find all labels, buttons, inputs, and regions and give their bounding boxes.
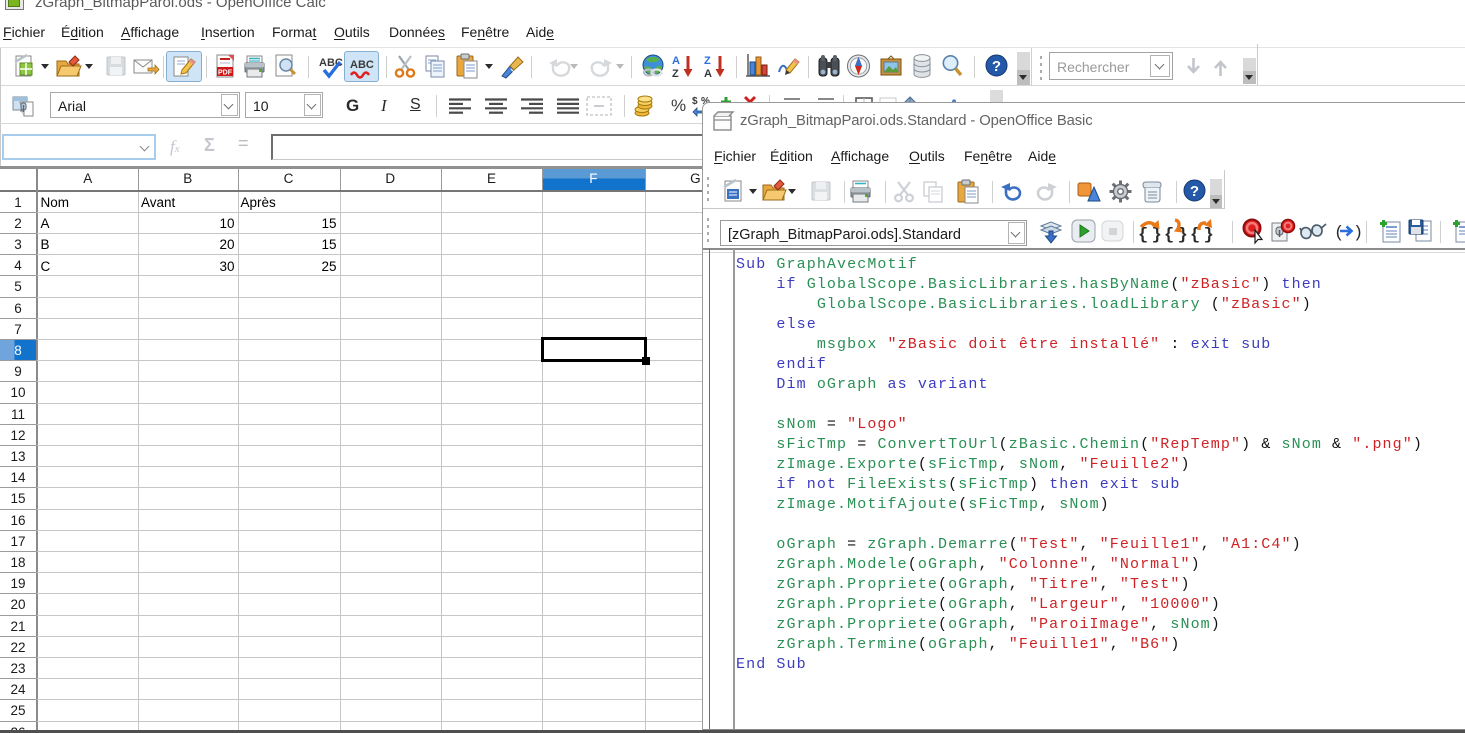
- svg-text:{ }: { }: [1138, 226, 1162, 245]
- svg-text:A: A: [704, 68, 712, 80]
- svg-text:): ): [1353, 224, 1363, 243]
- svg-text:ABC: ABC: [350, 59, 374, 71]
- svg-text:Z: Z: [704, 55, 711, 67]
- svg-text:$: $: [692, 96, 698, 107]
- svg-text:{ }: { }: [1190, 226, 1214, 245]
- svg-text:PDF: PDF: [218, 70, 233, 77]
- svg-text:?: ?: [1190, 183, 1199, 200]
- svg-text:A: A: [672, 55, 680, 67]
- svg-text:?: ?: [992, 58, 1001, 75]
- svg-text:Z: Z: [672, 68, 679, 80]
- svg-text:(: (: [1334, 224, 1344, 243]
